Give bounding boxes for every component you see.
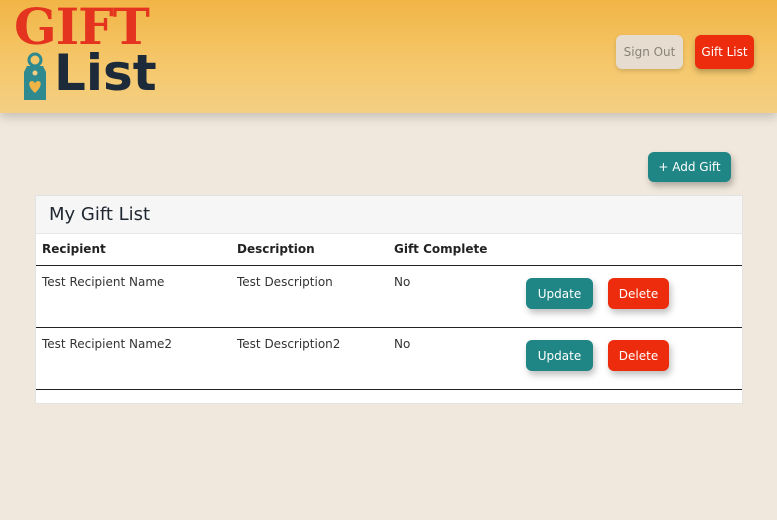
card-title: My Gift List (49, 204, 151, 225)
sign-out-button[interactable]: Sign Out (616, 35, 683, 69)
table-row: Test Recipient Name2 Test Description2 N… (36, 328, 742, 390)
column-header-gift-complete: Gift Complete (394, 242, 488, 256)
gift-complete-cell: No (394, 337, 411, 351)
column-header-description: Description (237, 242, 315, 256)
gift-list-nav-button[interactable]: Gift List (695, 35, 754, 69)
gift-list-logo[interactable]: GIFT List (14, 2, 164, 106)
table-header-row: Recipient Description Gift Complete (36, 234, 742, 266)
add-gift-button[interactable]: + Add Gift (648, 152, 731, 182)
gift-tag-icon (24, 52, 46, 100)
gift-list-card: My Gift List Recipient Description Gift … (35, 195, 743, 404)
table-row: Test Recipient Name Test Description No … (36, 266, 742, 328)
description-cell: Test Description2 (237, 337, 341, 351)
app-header: GIFT List Sign Out Gift List (0, 0, 777, 113)
delete-button[interactable]: Delete (608, 278, 669, 309)
recipient-cell: Test Recipient Name (42, 275, 165, 289)
recipient-cell: Test Recipient Name2 (42, 337, 173, 351)
card-header: My Gift List (36, 196, 742, 234)
gift-complete-cell: No (394, 275, 411, 289)
delete-button[interactable]: Delete (608, 340, 669, 371)
logo-text-list: List (54, 44, 157, 102)
update-button[interactable]: Update (526, 340, 593, 371)
column-header-recipient: Recipient (42, 242, 106, 256)
update-button[interactable]: Update (526, 278, 593, 309)
description-cell: Test Description (237, 275, 333, 289)
